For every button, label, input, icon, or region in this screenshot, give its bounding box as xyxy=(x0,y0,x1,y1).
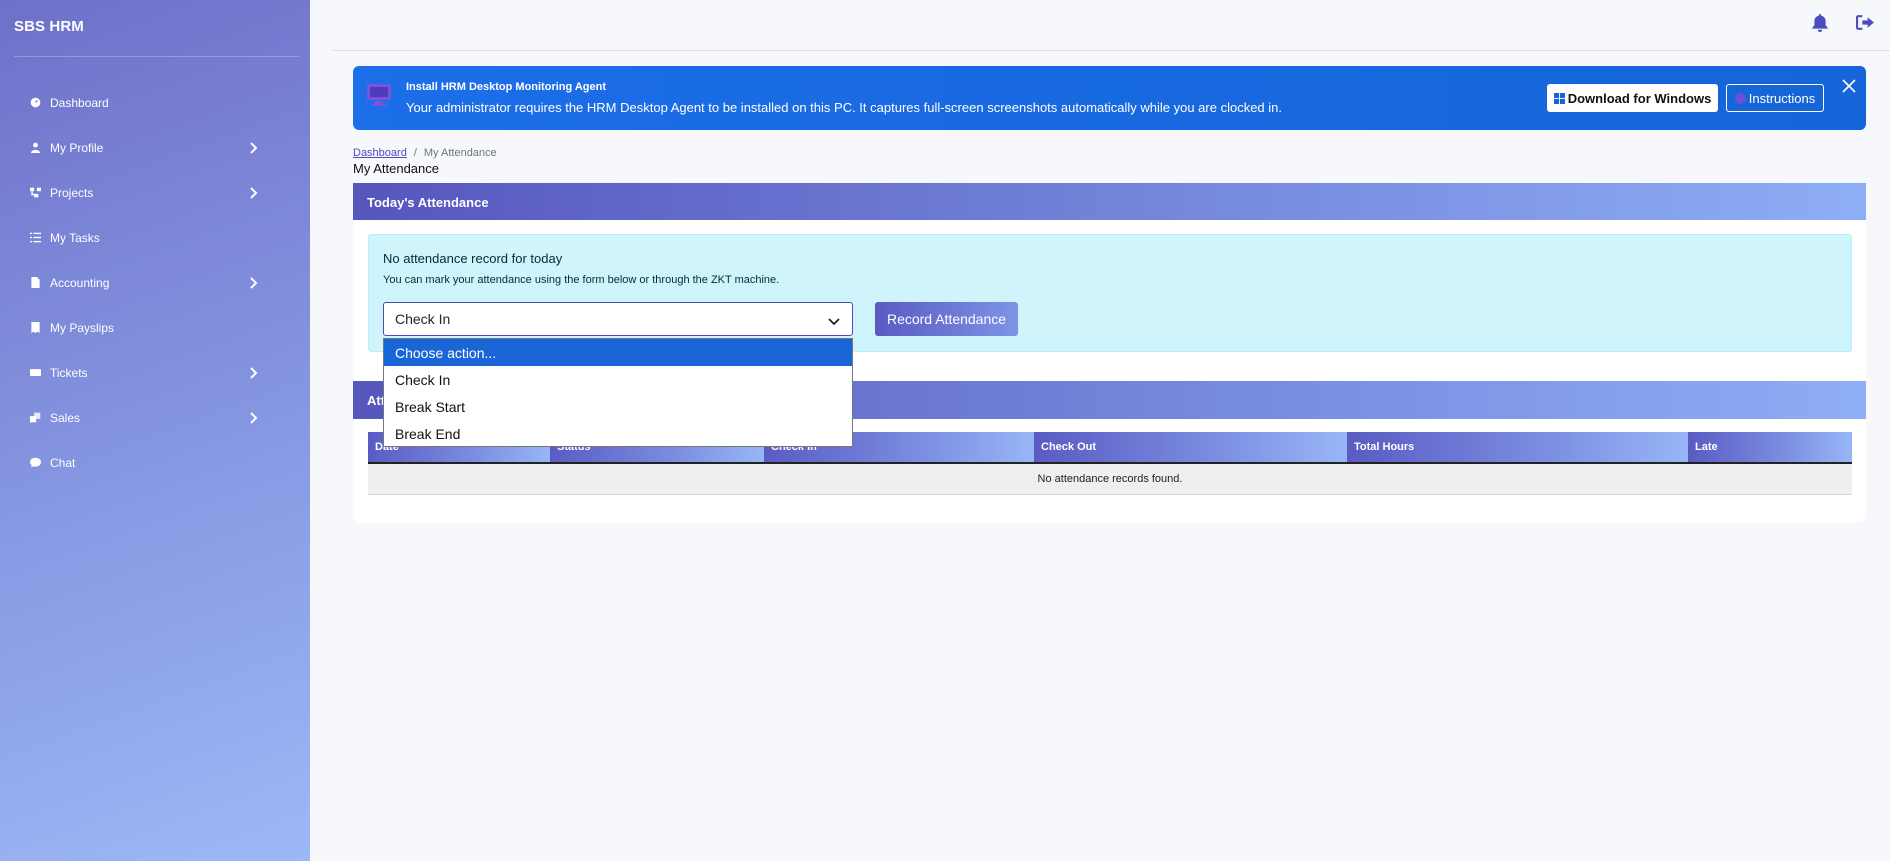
chat-icon xyxy=(29,457,41,469)
action-select-dropdown: Choose action... Check In Break Start Br… xyxy=(383,338,853,447)
sidebar-item-dashboard[interactable]: Dashboard xyxy=(0,80,310,125)
alert-text: You can mark your attendance using the f… xyxy=(383,274,780,286)
chevron-right-icon xyxy=(250,276,260,289)
record-attendance-button[interactable]: Record Attendance xyxy=(875,302,1018,336)
divider xyxy=(332,50,1890,51)
breadcrumb-separator: / xyxy=(413,147,417,159)
file-invoice-icon xyxy=(29,277,41,289)
action-select-value: Check In xyxy=(395,311,451,327)
breadcrumb: Dashboard / My Attendance xyxy=(353,147,497,159)
chevron-right-icon xyxy=(250,366,260,379)
brand-logo[interactable]: SBS HRM xyxy=(14,18,84,35)
close-icon[interactable] xyxy=(1842,79,1858,95)
alert-title: No attendance record for today xyxy=(383,251,563,266)
action-select[interactable]: Check In xyxy=(383,302,853,336)
windows-icon xyxy=(1553,92,1565,104)
sidebar-item-label: My Profile xyxy=(50,140,104,155)
column-header-late: Late xyxy=(1688,432,1852,464)
user-icon xyxy=(29,142,41,154)
chevron-right-icon xyxy=(250,186,260,199)
empty-state-text: No attendance records found. xyxy=(368,463,1852,495)
instructions-button[interactable]: Instructions xyxy=(1726,84,1824,112)
sidebar-item-label: Chat xyxy=(50,455,76,470)
banner-title: Install HRM Desktop Monitoring Agent xyxy=(406,81,607,93)
column-header-check-out: Check Out xyxy=(1034,432,1347,464)
breadcrumb-dashboard-link[interactable]: Dashboard xyxy=(353,147,407,159)
sidebar-item-tickets[interactable]: Tickets xyxy=(0,350,310,395)
option-check-in[interactable]: Check In xyxy=(384,366,852,393)
breadcrumb-current: My Attendance xyxy=(423,147,497,159)
sidebar-item-my-profile[interactable]: My Profile xyxy=(0,125,310,170)
chevron-right-icon xyxy=(250,141,260,154)
sidebar-item-label: Dashboard xyxy=(50,95,109,110)
logout-icon[interactable] xyxy=(1856,14,1875,31)
receipt-icon xyxy=(29,322,41,334)
sidebar-item-label: Sales xyxy=(50,410,81,425)
ticket-icon xyxy=(29,367,41,379)
sidebar-item-label: My Payslips xyxy=(50,320,115,335)
download-label: Download for Windows xyxy=(1567,90,1712,106)
topbar xyxy=(310,0,1890,50)
desktop-agent-banner: Install HRM Desktop Monitoring Agent You… xyxy=(353,66,1866,130)
today-attendance-header: Today's Attendance xyxy=(353,183,1866,221)
sidebar-item-my-payslips[interactable]: My Payslips xyxy=(0,305,310,350)
banner-message: Your administrator requires the HRM Desk… xyxy=(406,100,1283,115)
boxes-icon xyxy=(29,412,41,424)
list-check-icon xyxy=(29,232,41,244)
option-choose-action[interactable]: Choose action... xyxy=(384,339,852,366)
sitemap-icon xyxy=(29,187,41,199)
chevron-down-icon xyxy=(828,314,840,326)
divider xyxy=(14,56,299,57)
sidebar-item-chat[interactable]: Chat xyxy=(0,440,310,485)
option-break-start[interactable]: Break Start xyxy=(384,393,852,420)
sidebar-item-label: Accounting xyxy=(50,275,110,290)
monitor-icon xyxy=(366,83,392,107)
column-header-total-hours: Total Hours xyxy=(1347,432,1688,464)
table-row: No attendance records found. xyxy=(368,463,1852,495)
page-title: My Attendance xyxy=(353,161,439,176)
sidebar-item-sales[interactable]: Sales xyxy=(0,395,310,440)
sidebar-item-label: Projects xyxy=(50,185,94,200)
question-icon xyxy=(1734,92,1746,104)
instructions-label: Instructions xyxy=(1748,90,1816,106)
sidebar-item-projects[interactable]: Projects xyxy=(0,170,310,215)
option-break-end[interactable]: Break End xyxy=(384,420,852,447)
bell-icon[interactable] xyxy=(1811,14,1829,32)
download-windows-button[interactable]: Download for Windows xyxy=(1547,84,1718,112)
gauge-icon xyxy=(29,97,41,109)
sidebar-item-label: Tickets xyxy=(50,365,88,380)
sidebar: SBS HRM Dashboard My Profile Projects My… xyxy=(0,0,310,861)
sidebar-item-accounting[interactable]: Accounting xyxy=(0,260,310,305)
sidebar-item-my-tasks[interactable]: My Tasks xyxy=(0,215,310,260)
chevron-right-icon xyxy=(250,411,260,424)
sidebar-nav: Dashboard My Profile Projects My Tasks A… xyxy=(0,80,310,485)
sidebar-item-label: My Tasks xyxy=(50,230,100,245)
